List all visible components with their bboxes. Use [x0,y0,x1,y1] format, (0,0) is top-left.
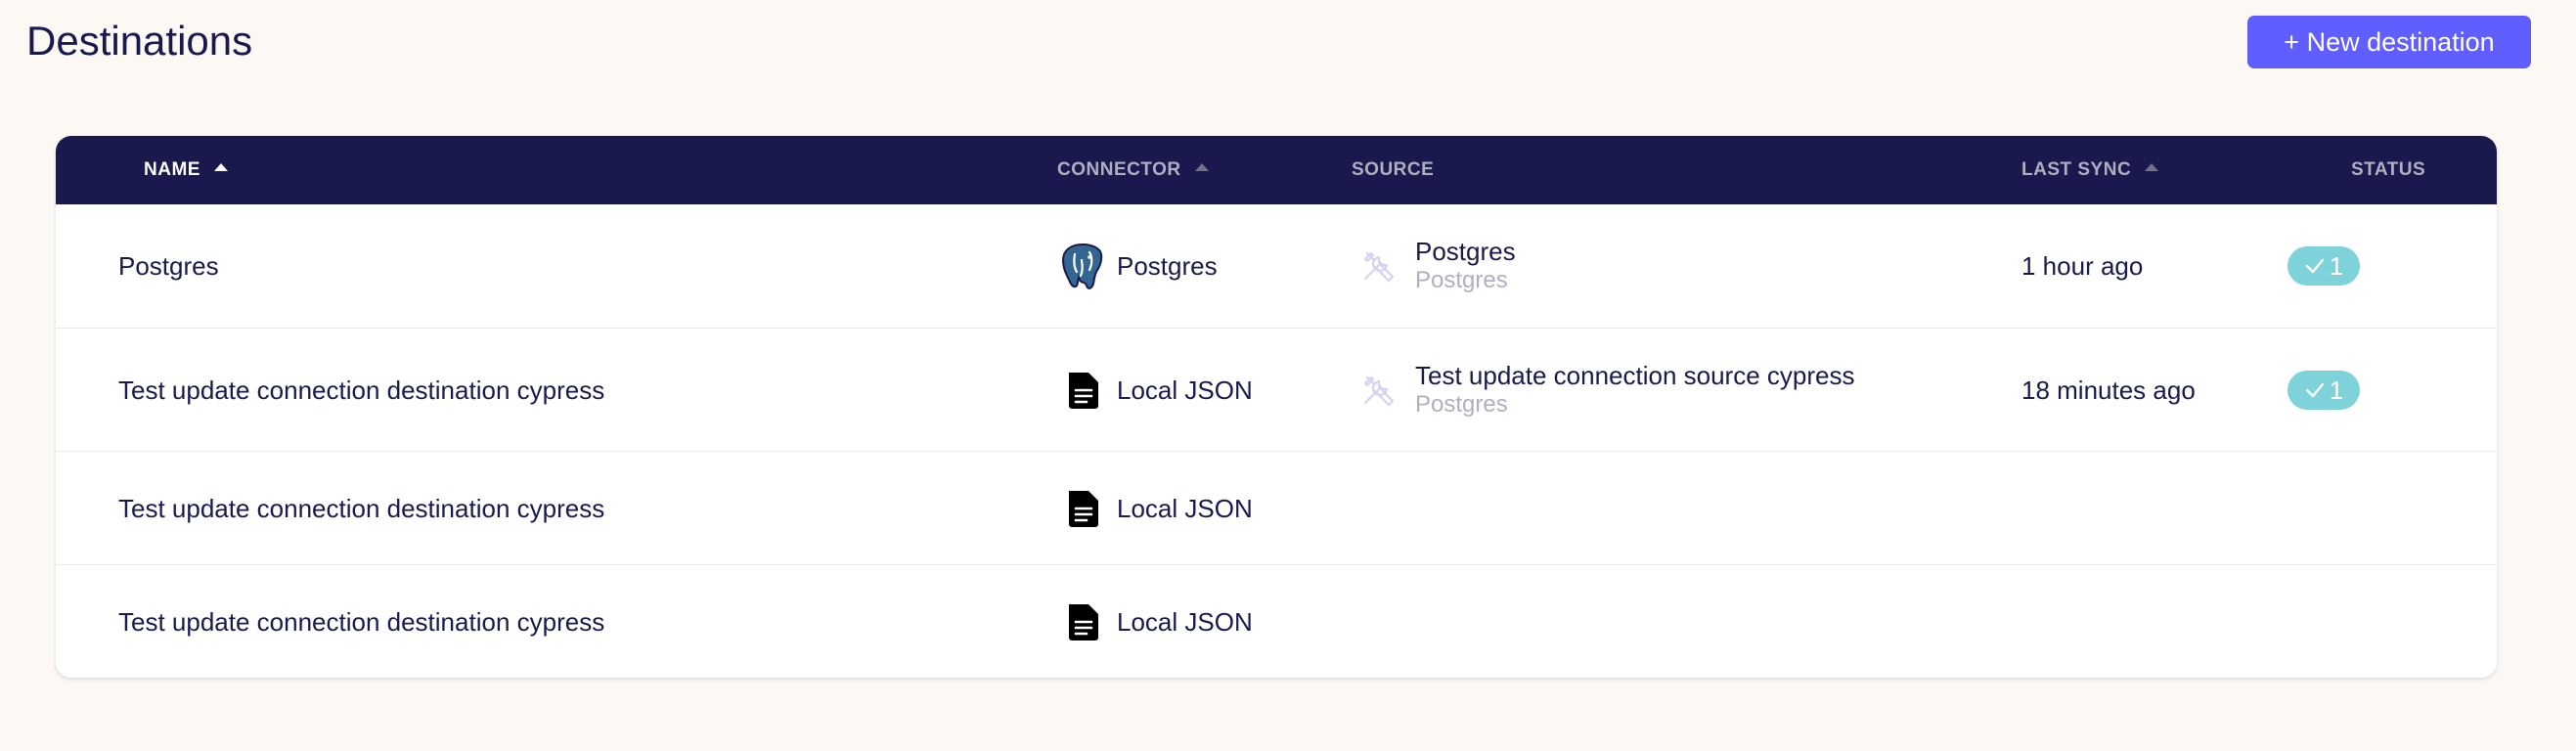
sort-icon [1194,163,1209,171]
status-badge: 1 [2287,246,2360,286]
column-header-name-label: NAME [144,159,200,180]
column-header-connector-label: CONNECTOR [1057,159,1181,180]
connector-name: Local JSON [1117,606,1253,637]
row-name-cell: Test update connection destination cypre… [118,329,604,452]
row-connector-cell: Local JSON [1057,452,1253,565]
source-type: Postgres [1415,267,1508,293]
postgres-elephant-icon [1057,241,1108,291]
row-connector-cell: Local JSON [1057,565,1253,678]
row-name-cell: Test update connection destination cypre… [118,565,604,678]
sort-ascending-icon [213,163,228,171]
table-row[interactable]: Test update connection destination cypre… [56,328,2497,452]
column-header-name[interactable]: NAME [144,136,228,204]
table-row[interactable]: Test update connection destination cypre… [56,451,2497,565]
check-icon [2305,382,2324,398]
column-header-connector[interactable]: CONNECTOR [1057,136,1209,204]
row-last-sync-cell: 1 hour ago [2021,204,2143,328]
column-header-last-sync[interactable]: LAST SYNC [2021,136,2159,204]
row-status-cell: 1 [2287,204,2360,328]
connector-name: Local JSON [1117,493,1253,523]
row-last-sync-cell: 18 minutes ago [2021,329,2196,452]
check-icon [2305,258,2324,274]
connector-name: Postgres [1117,250,1218,281]
row-status-cell: 1 [2287,329,2360,452]
row-name-cell: Postgres [118,204,219,328]
status-count: 1 [2329,250,2344,281]
row-connector-cell: Postgres [1057,204,1218,328]
status-badge: 1 [2287,371,2360,410]
destination-name: Test update connection destination cypre… [118,493,605,523]
file-document-icon [1057,483,1108,534]
last-sync-time: 1 hour ago [2021,250,2144,281]
source-type: Postgres [1415,391,1508,418]
source-info: Test update connection source cypress Po… [1415,361,1854,420]
tools-icon [1355,243,1401,289]
column-header-status-label: STATUS [2351,159,2426,180]
source-name: Postgres [1415,237,1516,266]
new-destination-button[interactable]: + New destination [2247,16,2531,68]
row-source-cell: Test update connection source cypress Po… [1355,329,1854,452]
page-title: Destinations [26,18,253,64]
connector-name: Local JSON [1117,375,1253,405]
source-info: Postgres Postgres [1415,237,1516,295]
column-header-last-sync-label: LAST SYNC [2021,159,2132,180]
source-name: Test update connection source cypress [1415,361,1855,390]
status-count: 1 [2329,375,2344,405]
table-row[interactable]: Postgres Postgres Postgres Postgres 1 ho… [56,204,2497,328]
last-sync-time: 18 minutes ago [2021,375,2196,405]
destination-name: Test update connection destination cypre… [118,606,605,637]
column-header-source-label: SOURCE [1352,159,1435,180]
row-connector-cell: Local JSON [1057,329,1253,452]
destination-name: Test update connection destination cypre… [118,375,605,405]
table-row[interactable]: Test update connection destination cypre… [56,564,2497,678]
row-name-cell: Test update connection destination cypre… [118,452,604,565]
destination-name: Postgres [118,250,219,281]
sort-icon [2145,163,2159,171]
column-header-source: SOURCE [1352,136,1434,204]
table-header: NAME CONNECTOR SOURCE LAST SYNC STATUS [56,136,2497,204]
file-document-icon [1057,365,1108,416]
tools-icon [1355,367,1401,414]
column-header-status: STATUS [2351,136,2425,204]
file-document-icon [1057,596,1108,647]
destinations-table: NAME CONNECTOR SOURCE LAST SYNC STATUS P… [56,136,2497,678]
row-source-cell: Postgres Postgres [1355,204,1516,328]
